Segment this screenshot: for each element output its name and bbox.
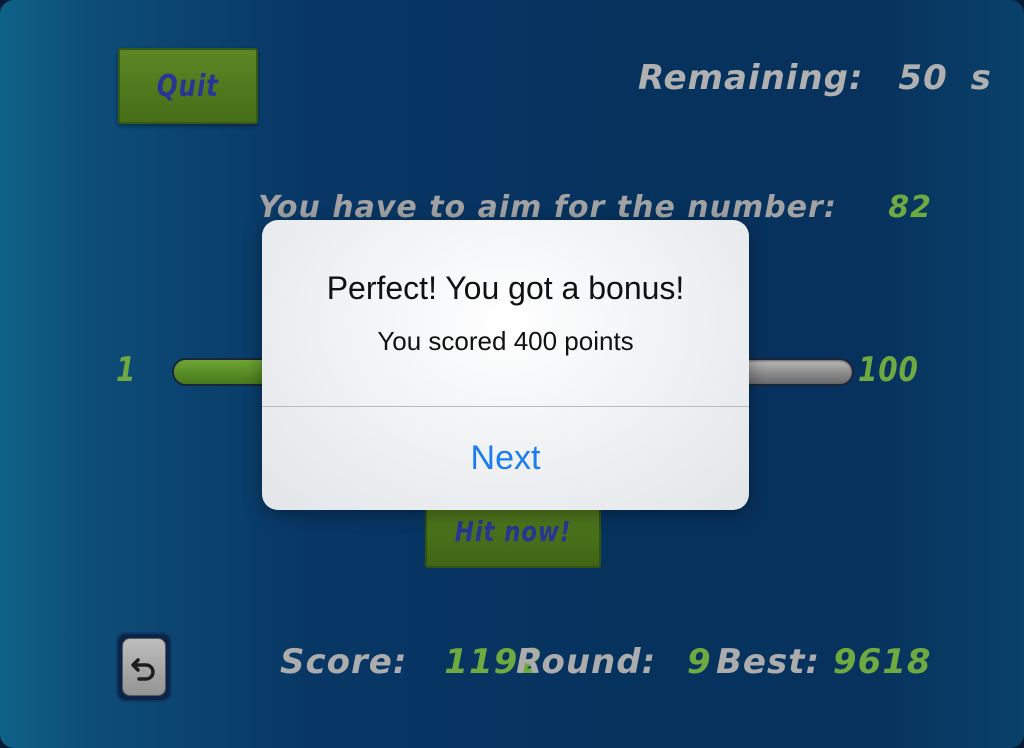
bonus-alert-dialog: Perfect! You got a bonus! You scored 400…: [262, 220, 749, 510]
alert-message: You scored 400 points: [377, 326, 634, 356]
alert-title: Perfect! You got a bonus!: [326, 270, 685, 306]
game-screen: Quit Remaining: 50 s You have to aim for…: [0, 0, 1024, 748]
next-button[interactable]: Next: [262, 407, 749, 510]
